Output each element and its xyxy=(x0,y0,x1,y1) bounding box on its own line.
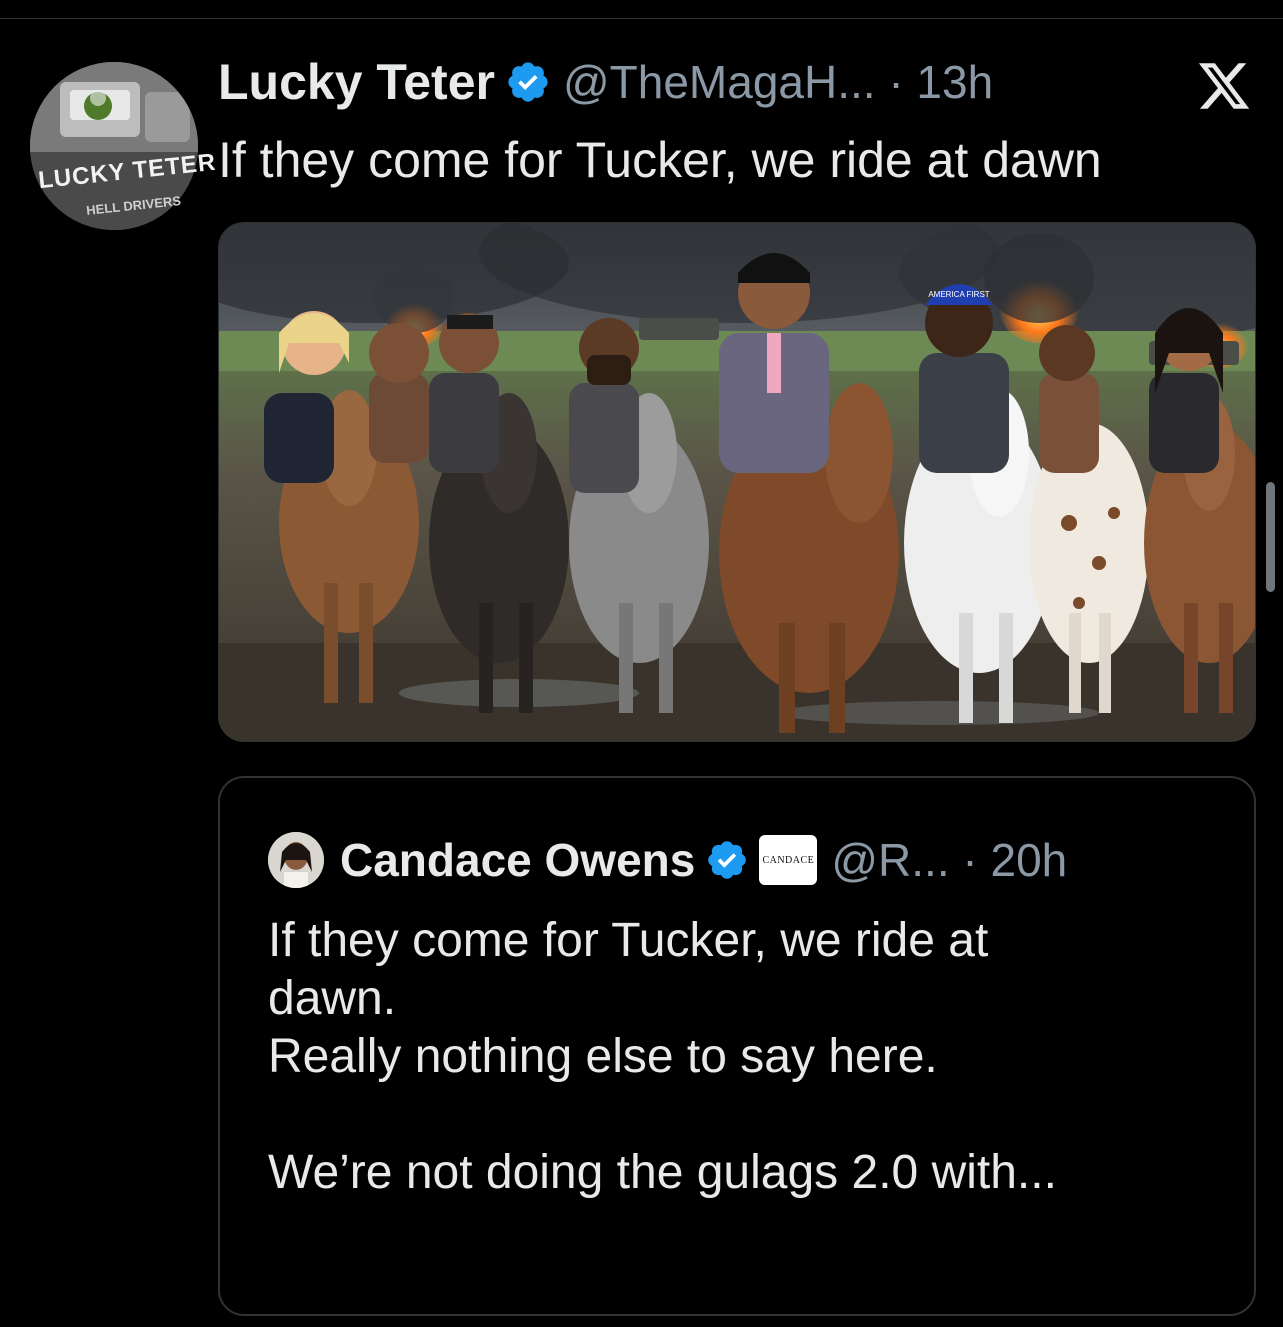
tweet-header: Lucky Teter @TheMagaH... · 13h xyxy=(218,52,993,112)
affiliation-badge[interactable]: CANDACE xyxy=(759,835,818,885)
quoted-author-avatar[interactable] xyxy=(268,832,324,888)
quoted-author-handle-time[interactable]: @R... · 20h xyxy=(831,833,1067,887)
quoted-tweet-header: Candace Owens CANDACE @R... · 20h xyxy=(268,830,1067,890)
top-divider xyxy=(0,18,1283,19)
tweet-screen: LUCKY TETER HELL DRIVERS Lucky Teter @Th… xyxy=(0,0,1283,1327)
verified-badge-icon xyxy=(708,841,747,879)
quoted-tweet-text: If they come for Tucker, we ride at dawn… xyxy=(268,912,1057,1202)
tweet-image[interactable]: AMERICA FIRST xyxy=(218,222,1256,742)
quoted-tweet-card[interactable]: Candace Owens CANDACE @R... · 20h If the… xyxy=(218,776,1256,1316)
quoted-line: If they come for Tucker, we ride at xyxy=(268,914,989,967)
quoted-line: Really nothing else to say here. xyxy=(268,1030,938,1083)
quoted-blank-line xyxy=(268,1086,1057,1144)
tweet-text: If they come for Tucker, we ride at dawn xyxy=(218,132,1102,188)
author-handle-time[interactable]: @TheMagaH... · 13h xyxy=(563,55,993,109)
scrollbar-thumb[interactable] xyxy=(1266,482,1275,592)
quoted-line: dawn. xyxy=(268,972,397,1025)
hat-text: AMERICA FIRST xyxy=(928,290,989,299)
quoted-line: We’re not doing the gulags 2.0 with... xyxy=(268,1146,1057,1199)
x-logo-icon[interactable] xyxy=(1196,58,1252,114)
quoted-author-name[interactable]: Candace Owens xyxy=(340,833,695,887)
verified-badge-icon xyxy=(508,62,548,102)
author-name[interactable]: Lucky Teter xyxy=(218,53,495,111)
author-avatar[interactable] xyxy=(30,62,198,230)
